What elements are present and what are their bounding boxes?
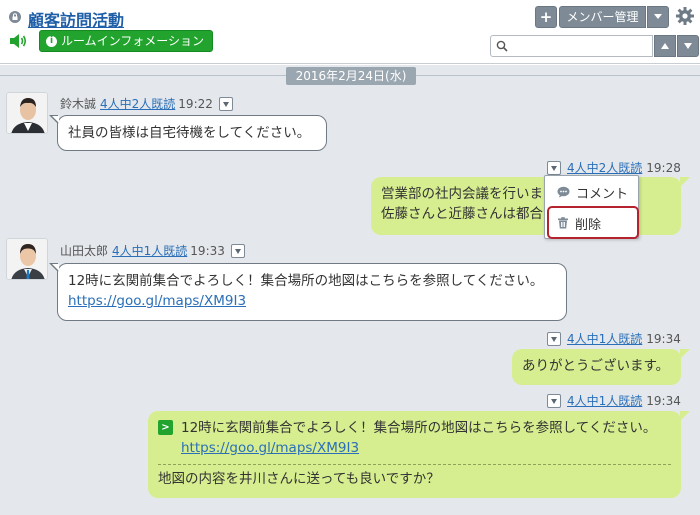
message-time: 19:34 — [646, 331, 681, 346]
read-status-link[interactable]: 4人中2人既読 — [100, 95, 175, 112]
message-meta: 鈴木誠 4人中2人既読 19:22 — [60, 95, 233, 112]
message-text: 12時に玄関前集合でよろしく！集合場所の地図はこちらを参照してください。 — [68, 273, 544, 289]
quote-divider — [158, 464, 671, 465]
info-icon: i — [46, 35, 57, 47]
message-text: 地図の内容を井川さんに送っても良いですか？ — [158, 471, 440, 487]
message-bubble[interactable]: ありがとうございます。 — [512, 349, 690, 385]
member-management-button[interactable]: メンバー管理 — [559, 6, 646, 28]
map-link[interactable]: https://goo.gl/maps/XM9I3 — [181, 440, 359, 456]
room-info-button[interactable]: i ルームインフォメーション — [39, 30, 214, 52]
chevron-down-icon — [654, 14, 662, 19]
comment-menu-label: コメント — [576, 186, 629, 202]
message-text: 社員の皆様は自宅待機をしてください。 — [68, 125, 311, 141]
search-next-button[interactable] — [677, 35, 699, 57]
search-input[interactable] — [511, 37, 649, 55]
gear-icon[interactable] — [675, 6, 695, 26]
message-bubble[interactable]: >12時に玄関前集合でよろしく！集合場所の地図はこちらを参照してください。 ht… — [148, 411, 690, 498]
quote-icon: > — [158, 420, 173, 435]
user-avatar-icon — [7, 239, 47, 279]
room-title[interactable]: 顧客訪問活動 — [28, 7, 124, 31]
message-time: 19:34 — [646, 393, 681, 408]
comment-icon — [557, 186, 570, 198]
room-header: 顧客訪問活動 i ルームインフォメーション + メンバー管理 — [0, 0, 700, 64]
search-box[interactable] — [490, 35, 653, 57]
search-icon — [496, 40, 508, 52]
message-bubble[interactable]: 社員の皆様は自宅待機をしてください。 — [49, 115, 327, 151]
lock-icon — [9, 11, 21, 23]
message-menu-button[interactable] — [547, 331, 561, 346]
message-menu-button[interactable] — [547, 160, 561, 175]
chat-area[interactable]: 2016年2月24日(水) 鈴木誠 4人中2人既読 19:22 社員の皆様は自宅… — [0, 65, 700, 515]
speaker-icon[interactable] — [8, 32, 28, 50]
read-status-link[interactable]: 4人中1人既読 — [567, 392, 642, 409]
comment-menu-item[interactable]: コメント — [545, 178, 638, 206]
message-menu-button[interactable] — [547, 393, 561, 408]
date-label: 2016年2月24日(水) — [286, 67, 416, 85]
message-meta: 4人中1人既読 19:34 — [547, 330, 681, 347]
map-link[interactable]: https://goo.gl/maps/XM9I3 — [68, 291, 556, 311]
user-avatar-icon — [7, 93, 47, 133]
quote-block: >12時に玄関前集合でよろしく！集合場所の地図はこちらを参照してください。 — [158, 418, 671, 438]
read-status-link[interactable]: 4人中1人既読 — [567, 330, 642, 347]
message-time: 19:33 — [190, 243, 225, 258]
member-dropdown-button[interactable] — [647, 6, 669, 28]
quote-text: 12時に玄関前集合でよろしく！集合場所の地図はこちらを参照してください。 — [181, 420, 657, 436]
message-meta: 山田太郎 4人中1人既読 19:33 — [60, 242, 245, 259]
message-menu-button[interactable] — [218, 96, 233, 111]
sender-name: 山田太郎 — [60, 244, 109, 258]
message-meta: 4人中1人既読 19:34 — [547, 392, 681, 409]
message-bubble[interactable]: 12時に玄関前集合でよろしく！集合場所の地図はこちらを参照してください。 htt… — [49, 263, 567, 321]
room-info-label: ルームインフォメーション — [61, 34, 205, 48]
message-meta: 4人中2人既読 19:28 — [547, 159, 681, 176]
triangle-up-icon — [661, 43, 669, 49]
message-text: ありがとうございます。 — [522, 358, 670, 374]
delete-highlight-box — [547, 206, 639, 239]
avatar[interactable] — [6, 92, 48, 134]
triangle-down-icon — [684, 43, 692, 49]
read-status-link[interactable]: 4人中1人既読 — [112, 242, 187, 259]
sender-name: 鈴木誠 — [60, 97, 97, 111]
avatar[interactable] — [6, 238, 48, 280]
message-menu-button[interactable] — [230, 243, 245, 258]
add-button[interactable]: + — [535, 6, 557, 28]
read-status-link[interactable]: 4人中2人既読 — [567, 159, 642, 176]
search-prev-button[interactable] — [654, 35, 676, 57]
message-time: 19:22 — [178, 96, 213, 111]
message-time: 19:28 — [646, 160, 681, 175]
quote-link-row: https://goo.gl/maps/XM9I3 — [158, 438, 671, 458]
